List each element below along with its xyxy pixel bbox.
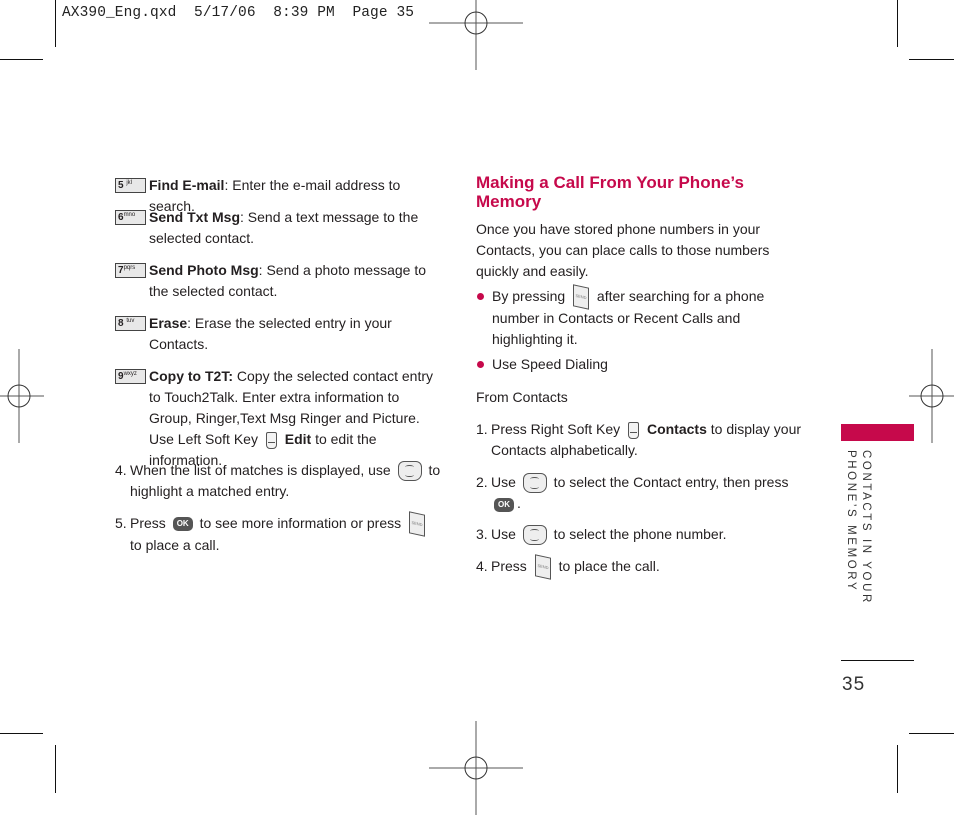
right-step-3: 3. Use to select the phone number. <box>476 524 806 546</box>
crop-mark <box>897 0 898 47</box>
ok-key-icon: OK <box>172 517 193 532</box>
option-copy-to-t2t: 9wxyz Copy to T2T: Copy the selected con… <box>115 366 445 471</box>
bullet-item: By pressing SEND after searching for a p… <box>476 284 806 350</box>
option-title: Send Txt Msg <box>149 209 241 225</box>
option-send-txt-msg: 6mno Send Txt Msg: Send a text message t… <box>115 207 445 249</box>
registration-mark-bottom <box>429 721 523 815</box>
right-soft-key-icon <box>628 421 640 439</box>
nav-key-icon <box>522 473 547 494</box>
section-heading: Making a Call From Your Phone’s Memory <box>476 173 744 211</box>
crop-mark <box>0 733 43 734</box>
bullet-dot <box>477 361 484 368</box>
send-key-icon: SEND <box>534 554 551 580</box>
crop-mark <box>909 59 954 60</box>
crop-mark <box>55 745 56 793</box>
intro-paragraph: Once you have stored phone numbers in yo… <box>476 221 770 279</box>
option-title: Find E-mail <box>149 177 225 193</box>
step-number: 2. <box>476 474 488 490</box>
step-number: 3. <box>476 526 488 542</box>
crop-mark <box>55 0 56 47</box>
nav-key-icon <box>522 525 547 546</box>
registration-mark-left <box>0 349 66 443</box>
step-number: 4. <box>115 462 127 478</box>
key-7-icon: 7pqrs <box>115 263 146 278</box>
bullet-dot <box>477 293 484 300</box>
key-6-icon: 6mno <box>115 210 146 225</box>
ok-key-icon: OK <box>494 497 514 512</box>
step-number: 5. <box>115 515 127 531</box>
option-title: Erase <box>149 315 188 331</box>
step-number: 1. <box>476 421 488 437</box>
step-number: 4. <box>476 558 488 574</box>
key-8-icon: 8 tuv <box>115 316 146 331</box>
left-step-5: 5. Press OK to see more information or p… <box>115 511 445 556</box>
left-step-4: 4. When the list of matches is displayed… <box>115 461 441 500</box>
right-step-4: 4. Press SEND to place the call. <box>476 554 806 580</box>
crop-mark <box>909 733 954 734</box>
option-title: Copy to T2T: <box>149 368 233 384</box>
crop-mark <box>0 59 43 60</box>
right-step-1: 1. Press Right Soft Key Contacts to disp… <box>476 421 802 458</box>
page-number: 35 <box>842 674 866 695</box>
key-5-icon: 5 jkl <box>115 178 146 193</box>
nav-key-icon <box>397 461 422 482</box>
section-tab-bar <box>841 424 914 441</box>
key-9-icon: 9wxyz <box>115 369 146 384</box>
left-soft-key-icon <box>265 431 277 449</box>
page-number-rule <box>841 660 914 661</box>
bullet-item: Use Speed Dialing <box>476 354 806 375</box>
registration-mark-top <box>429 0 523 70</box>
option-title: Send Photo Msg <box>149 262 259 278</box>
section-side-label: CONTACTS IN YOUR PHONE’S MEMORY <box>845 450 872 605</box>
send-key-icon: SEND <box>409 511 425 537</box>
option-send-photo-msg: 7pqrs Send Photo Msg: Send a photo messa… <box>115 260 445 302</box>
send-key-icon: SEND <box>573 284 590 310</box>
crop-mark <box>897 745 898 793</box>
subheading-from-contacts: From Contacts <box>476 389 568 405</box>
option-erase: 8 tuv Erase: Erase the selected entry in… <box>115 313 445 355</box>
right-step-2: 2. Use to select the Contact entry, then… <box>476 473 789 512</box>
printer-slug: AX390_Eng.qxd 5/17/06 8:39 PM Page 35 <box>62 5 415 21</box>
edit-label: Edit <box>284 431 312 447</box>
contacts-label: Contacts <box>646 421 707 437</box>
